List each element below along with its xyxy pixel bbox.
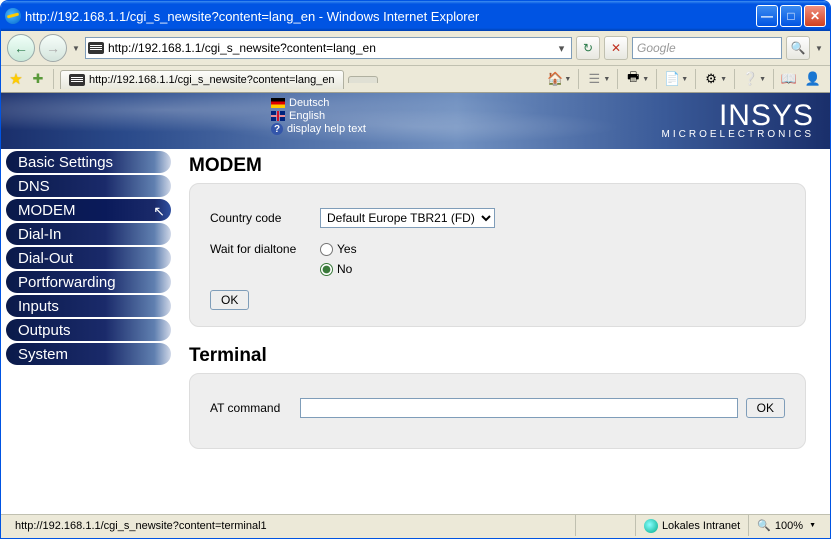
lang-en-link[interactable]: English (271, 110, 366, 122)
terminal-panel: AT command OK (189, 373, 806, 449)
feeds-button[interactable]: ☰▼ (583, 69, 613, 89)
sidebar-item-modem[interactable]: MODEM ↖ (6, 199, 171, 221)
wait-no-option[interactable]: No (320, 262, 357, 276)
help-label: display help text (287, 123, 366, 135)
logo: INSYS MICROELECTRONICS (662, 99, 814, 140)
back-button[interactable]: ← (7, 34, 35, 62)
at-command-label: AT command (210, 401, 300, 415)
tools-menu-button[interactable]: ⚙▼ (700, 69, 730, 89)
sidebar-item-portforwarding[interactable]: Portforwarding (6, 271, 171, 293)
modem-ok-button[interactable]: OK (210, 290, 249, 310)
address-bar[interactable]: http://192.168.1.1/cgi_s_newsite?content… (85, 37, 572, 59)
favorites-center-button[interactable]: ★ (7, 70, 25, 88)
sidebar-item-dns[interactable]: DNS (6, 175, 171, 197)
messenger-button[interactable]: 👤 (802, 69, 824, 89)
sidebar-item-label: MODEM (18, 202, 76, 219)
statusbar: http://192.168.1.1/cgi_s_newsite?content… (1, 514, 830, 536)
maximize-button[interactable]: □ (780, 5, 802, 27)
home-button[interactable]: 🏠▼ (544, 69, 574, 89)
print-button[interactable]: 🖶▼ (622, 69, 652, 89)
logo-top: INSYS (662, 99, 814, 133)
zoom-control[interactable]: 🔍 100% ▼ (748, 515, 824, 536)
tab-label: http://192.168.1.1/cgi_s_newsite?content… (89, 74, 335, 86)
sidebar-item-label: DNS (18, 178, 50, 195)
search-placeholder: Google (637, 41, 676, 55)
logo-bottom: MICROELECTRONICS (662, 129, 814, 140)
forward-button[interactable]: → (39, 34, 67, 62)
wait-dialtone-label: Wait for dialtone (210, 242, 320, 256)
help-link[interactable]: ? display help text (271, 123, 366, 135)
terminal-ok-button[interactable]: OK (746, 398, 785, 418)
modem-panel: Country code Default Europe TBR21 (FD) W… (189, 183, 806, 327)
page-menu-button[interactable]: 📄▼ (661, 69, 691, 89)
sidebar-item-outputs[interactable]: Outputs (6, 319, 171, 341)
sidebar-item-basic-settings[interactable]: Basic Settings (6, 151, 171, 173)
sidebar-item-label: Dial-Out (18, 250, 73, 267)
banner: Deutsch English ? display help text INSYS… (1, 93, 830, 149)
country-code-label: Country code (210, 211, 320, 225)
close-button[interactable]: ✕ (804, 5, 826, 27)
sidebar-item-system[interactable]: System (6, 343, 171, 365)
main-area: MODEM Country code Default Europe TBR21 … (171, 149, 830, 477)
zoom-icon: 🔍 (757, 519, 771, 532)
minimize-button[interactable]: — (756, 5, 778, 27)
refresh-button[interactable]: ↻ (576, 36, 600, 60)
ie-window: http://192.168.1.1/cgi_s_newsite?content… (0, 0, 831, 539)
search-provider-dropdown[interactable]: ▼ (814, 44, 824, 53)
status-empty-1 (575, 515, 635, 536)
wait-yes-label: Yes (337, 242, 357, 256)
zoom-label: 100% (775, 520, 803, 532)
research-button[interactable]: 📖 (778, 69, 800, 89)
nav-history-dropdown[interactable]: ▼ (71, 44, 81, 53)
flag-en-icon (271, 111, 285, 121)
search-go-button[interactable]: 🔍 (786, 36, 810, 60)
wait-no-label: No (337, 262, 352, 276)
sidebar-item-label: Outputs (18, 322, 71, 339)
nav-toolbar: ← → ▼ http://192.168.1.1/cgi_s_newsite?c… (1, 31, 830, 66)
sidebar-item-label: Portforwarding (18, 274, 116, 291)
terminal-title: Terminal (189, 345, 806, 367)
wait-yes-radio[interactable] (320, 243, 333, 256)
sidebar: Basic Settings DNS MODEM ↖ Dial-In Dial-O… (1, 149, 171, 477)
stop-button[interactable]: ✕ (604, 36, 628, 60)
sidebar-item-label: System (18, 346, 68, 363)
sidebar-item-label: Basic Settings (18, 154, 113, 171)
help-button[interactable]: ❔▼ (739, 69, 769, 89)
ie-icon (5, 8, 21, 24)
country-code-select[interactable]: Default Europe TBR21 (FD) (320, 208, 495, 228)
page-content: Deutsch English ? display help text INSYS… (1, 93, 830, 514)
site-icon (88, 42, 104, 54)
at-command-input[interactable] (300, 398, 738, 418)
sidebar-item-label: Inputs (18, 298, 59, 315)
wait-no-radio[interactable] (320, 263, 333, 276)
lang-de-link[interactable]: Deutsch (271, 97, 366, 109)
help-icon: ? (271, 123, 283, 135)
status-zone-label: Lokales Intranet (662, 520, 740, 532)
add-favorite-button[interactable]: ✚ (29, 70, 47, 88)
sidebar-item-label: Dial-In (18, 226, 61, 243)
sidebar-item-inputs[interactable]: Inputs (6, 295, 171, 317)
sidebar-item-dial-out[interactable]: Dial-Out (6, 247, 171, 269)
window-title: http://192.168.1.1/cgi_s_newsite?content… (25, 9, 756, 24)
flag-de-icon (271, 98, 285, 108)
zone-icon (644, 519, 658, 533)
titlebar: http://192.168.1.1/cgi_s_newsite?content… (1, 1, 830, 31)
zoom-dropdown-icon: ▼ (809, 522, 816, 529)
cursor-icon: ↖ (153, 203, 165, 220)
tab-toolbar: ★ ✚ http://192.168.1.1/cgi_s_newsite?con… (1, 66, 830, 93)
wait-yes-option[interactable]: Yes (320, 242, 357, 256)
address-text: http://192.168.1.1/cgi_s_newsite?content… (108, 41, 550, 55)
tab-current[interactable]: http://192.168.1.1/cgi_s_newsite?content… (60, 70, 344, 89)
lang-de-label: Deutsch (289, 97, 329, 109)
status-url: http://192.168.1.1/cgi_s_newsite?content… (7, 515, 575, 536)
status-zone: Lokales Intranet (635, 515, 748, 536)
modem-title: MODEM (189, 155, 806, 177)
new-tab-button[interactable] (348, 76, 378, 83)
sidebar-item-dial-in[interactable]: Dial-In (6, 223, 171, 245)
address-dropdown[interactable]: ▾ (554, 42, 569, 55)
search-box[interactable]: Google (632, 37, 782, 59)
tab-site-icon (69, 74, 85, 86)
lang-en-label: English (289, 110, 325, 122)
